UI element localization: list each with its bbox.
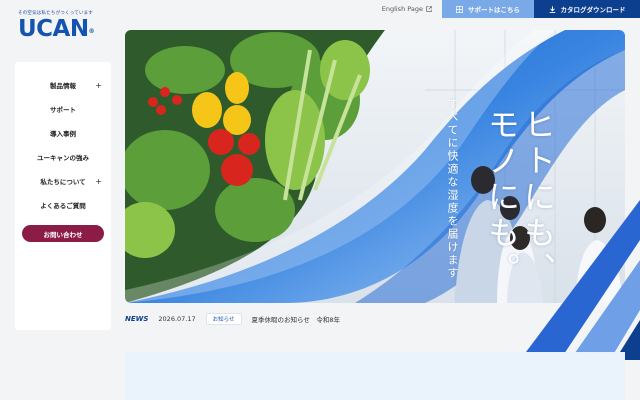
contact-button[interactable]: お問い合わせ bbox=[22, 225, 104, 242]
top-bar: English Page サポートはこちら カタログダウンロード bbox=[371, 0, 640, 18]
english-page-link[interactable]: English Page bbox=[371, 0, 442, 18]
logo[interactable]: その空気は私たちがつくっています UCAN® bbox=[18, 10, 108, 41]
page: その空気は私たちがつくっています UCAN® English Page サポート… bbox=[0, 0, 640, 400]
news-label: NEWS bbox=[125, 315, 149, 323]
news-category-badge: お知らせ bbox=[205, 313, 242, 325]
plus-icon[interactable]: + bbox=[95, 81, 102, 90]
lower-section bbox=[125, 352, 625, 400]
nav-item-support[interactable]: サポート bbox=[15, 97, 111, 121]
nav-item-about[interactable]: 私たちについて + bbox=[15, 169, 111, 193]
plus-icon[interactable]: + bbox=[95, 177, 102, 186]
nav-item-strengths[interactable]: ユーキャンの強み bbox=[15, 145, 111, 169]
news-title-link[interactable]: 夏季休暇のお知らせ 令和8年 bbox=[252, 314, 341, 324]
external-link-icon bbox=[426, 6, 432, 12]
nav-item-label: 私たちについて bbox=[40, 178, 86, 186]
news-date: 2026.07.17 bbox=[158, 315, 196, 323]
nav-item-products[interactable]: 製品情報 + bbox=[15, 73, 111, 97]
nav-list: 製品情報 + サポート 導入事例 ユーキャンの強み 私たちについて + よくある… bbox=[15, 62, 111, 217]
logo-brand: UCAN® bbox=[18, 16, 95, 42]
catalog-download-button[interactable]: カタログダウンロード bbox=[534, 0, 640, 18]
support-button[interactable]: サポートはこちら bbox=[442, 0, 534, 18]
hero-sub-copy: すべてに快適な湿度を届けます bbox=[446, 98, 459, 280]
sidebar-nav: 製品情報 + サポート 導入事例 ユーキャンの強み 私たちについて + よくある… bbox=[15, 62, 111, 330]
grid-icon bbox=[456, 5, 463, 13]
nav-item-cases[interactable]: 導入事例 bbox=[15, 121, 111, 145]
download-icon bbox=[549, 5, 555, 13]
nav-item-label: ユーキャンの強み bbox=[37, 154, 89, 162]
decorative-stripes bbox=[520, 200, 640, 360]
nav-item-faq[interactable]: よくあるご質問 bbox=[15, 193, 111, 217]
nav-item-label: サポート bbox=[50, 106, 76, 114]
support-button-label: サポートはこちら bbox=[468, 6, 520, 14]
english-page-label: English Page bbox=[381, 5, 423, 13]
nav-item-label: よくあるご質問 bbox=[40, 202, 86, 210]
catalog-button-label: カタログダウンロード bbox=[560, 6, 626, 14]
nav-item-label: 導入事例 bbox=[50, 130, 76, 138]
news-bar: NEWS 2026.07.17 お知らせ 夏季休暇のお知らせ 令和8年 bbox=[125, 313, 340, 325]
nav-item-label: 製品情報 bbox=[50, 82, 76, 90]
